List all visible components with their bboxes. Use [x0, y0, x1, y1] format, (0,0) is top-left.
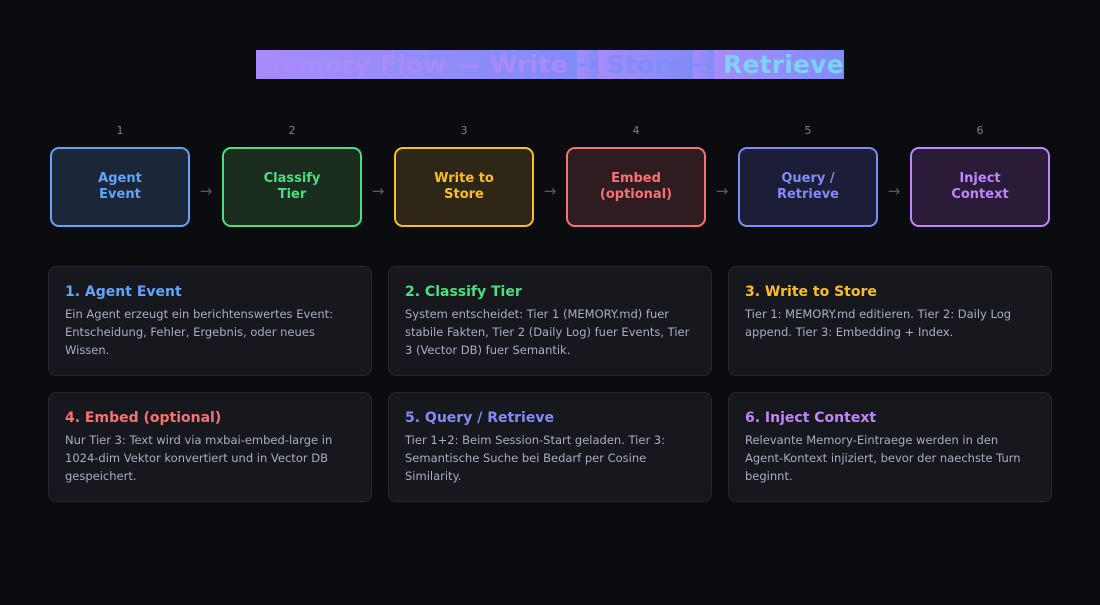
- description-card: 6. Inject Context Relevante Memory-Eintr…: [728, 392, 1052, 502]
- title-part: Store: [597, 50, 693, 79]
- step-box: Inject Context: [910, 147, 1050, 227]
- flow-arrow: →: [887, 182, 901, 200]
- flow-step: 2 Classify Tier: [222, 124, 362, 228]
- flow-arrow: →: [199, 182, 213, 200]
- flow-step: 4 Embed (optional): [566, 124, 706, 228]
- description-card: 5. Query / Retrieve Tier 1+2: Beim Sessi…: [388, 392, 712, 502]
- step-number: 4: [632, 124, 640, 137]
- card-title: 2. Classify Tier: [405, 284, 522, 300]
- description-card: 3. Write to Store Tier 1: MEMORY.md edit…: [728, 266, 1052, 376]
- step-number: 6: [976, 124, 984, 137]
- card-text: Tier 1+2: Beim Session-Start geladen. Ti…: [405, 433, 666, 483]
- flow-step: 1 Agent Event: [50, 124, 190, 228]
- title-arrow: →: [692, 50, 715, 79]
- card-title: 5. Query / Retrieve: [405, 410, 554, 426]
- flow-step: 6 Inject Context: [910, 124, 1050, 228]
- step-number: 3: [460, 124, 468, 137]
- card-text: Relevante Memory-Eintraege werden in den…: [745, 433, 1021, 483]
- step-number: 2: [288, 124, 296, 137]
- step-box: Classify Tier: [222, 147, 362, 227]
- step-box: Embed (optional): [566, 147, 706, 227]
- card-title: 6. Inject Context: [745, 410, 877, 426]
- flow-step: 5 Query / Retrieve: [738, 124, 878, 228]
- card-title: 1. Agent Event: [65, 284, 182, 300]
- title-part: Retrieve: [714, 50, 844, 79]
- description-card: 2. Classify Tier System entscheidet: Tie…: [388, 266, 712, 376]
- title-part: Memory Flow — Write: [256, 50, 577, 79]
- card-title: 4. Embed (optional): [65, 410, 222, 426]
- card-text: System entscheidet: Tier 1 (MEMORY.md) f…: [405, 307, 690, 357]
- flow-step: 3 Write to Store: [394, 124, 534, 228]
- step-box: Query / Retrieve: [738, 147, 878, 227]
- flow-arrow: →: [371, 182, 385, 200]
- flow-diagram: 1 Agent Event → 2 Classify Tier → 3 Writ…: [50, 124, 1050, 228]
- step-number: 5: [804, 124, 812, 137]
- card-text: Nur Tier 3: Text wird via mxbai-embed-la…: [65, 433, 333, 483]
- page-title: Memory Flow — Write → Store → Retrieve: [0, 50, 1100, 79]
- title-arrow: →: [576, 50, 598, 79]
- flow-arrow: →: [715, 182, 729, 200]
- card-title: 3. Write to Store: [745, 284, 877, 300]
- description-card: 1. Agent Event Ein Agent erzeugt ein ber…: [48, 266, 372, 376]
- description-card: 4. Embed (optional) Nur Tier 3: Text wir…: [48, 392, 372, 502]
- card-text: Tier 1: MEMORY.md editieren. Tier 2: Dai…: [745, 307, 1012, 339]
- step-box: Agent Event: [50, 147, 190, 227]
- flow-arrow: →: [543, 182, 557, 200]
- card-text: Ein Agent erzeugt ein berichtenswertes E…: [65, 307, 334, 357]
- step-box: Write to Store: [394, 147, 534, 227]
- step-number: 1: [116, 124, 124, 137]
